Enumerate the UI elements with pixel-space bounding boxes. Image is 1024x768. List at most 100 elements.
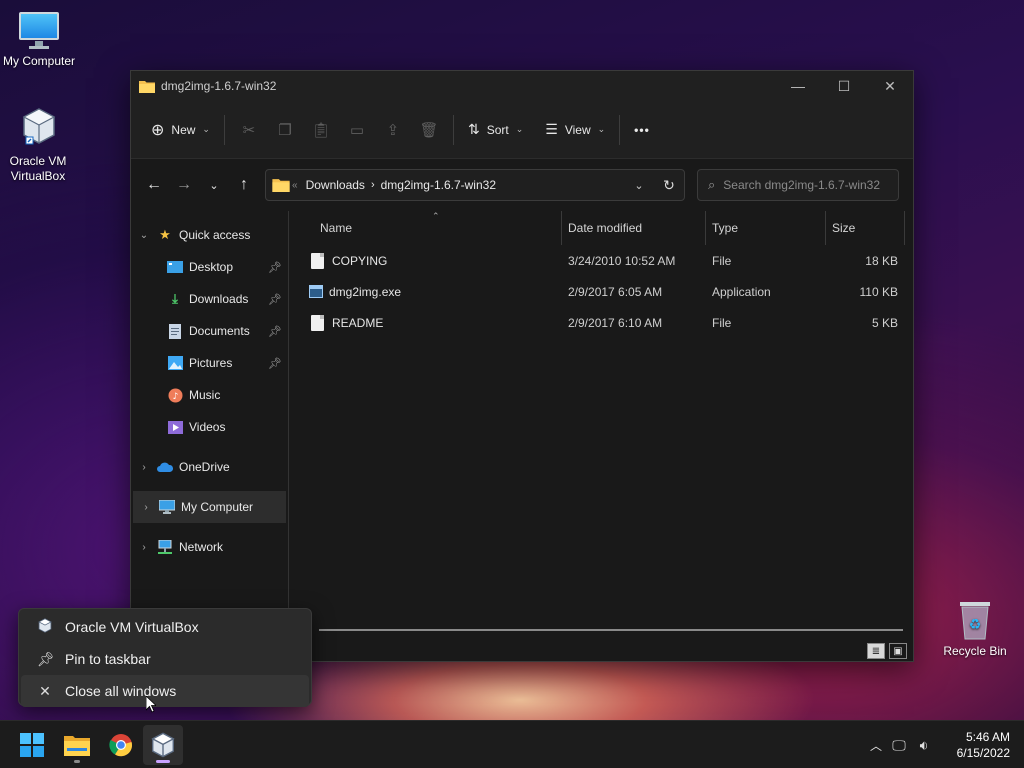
- column-divider[interactable]: [705, 211, 706, 245]
- delete-icon[interactable]: 🗑︎: [411, 114, 447, 146]
- nav-item-network[interactable]: › Network: [131, 531, 288, 563]
- jumplist-close-all-windows[interactable]: ✕ Close all windows: [21, 675, 309, 707]
- pin-icon[interactable]: 📌︎: [268, 261, 282, 274]
- overflow-chevron-icon[interactable]: «: [292, 180, 298, 191]
- minimize-button[interactable]: —: [775, 71, 821, 101]
- file-name-cell: README: [311, 307, 383, 338]
- start-button[interactable]: [12, 725, 52, 765]
- volume-icon[interactable]: 🔉︎: [912, 737, 936, 754]
- view-toggle: ≣ ▣: [867, 643, 907, 659]
- pin-icon[interactable]: 📌︎: [268, 325, 282, 338]
- file-icon: [311, 314, 324, 331]
- search-icon: ⌕: [708, 177, 716, 192]
- column-header-size[interactable]: Size: [832, 211, 855, 245]
- chevron-right-icon[interactable]: ›: [131, 462, 157, 473]
- column-header-row: ⌃ Name Date modified Type Size: [289, 211, 913, 245]
- file-type: File: [712, 253, 732, 268]
- share-icon[interactable]: ⇪: [375, 114, 411, 146]
- table-row[interactable]: dmg2img.exe 2/9/2017 6:05 AM Application…: [289, 276, 913, 307]
- breadcrumb-current-folder[interactable]: dmg2img-1.6.7-win32: [381, 178, 496, 192]
- taskbar-file-explorer[interactable]: [57, 725, 97, 765]
- new-button[interactable]: ⊕ New ⌄: [143, 114, 218, 146]
- horizontal-scrollbar[interactable]: [319, 629, 903, 631]
- close-button[interactable]: ✕: [867, 71, 913, 101]
- pin-icon[interactable]: 📌︎: [268, 357, 282, 370]
- chevron-right-icon[interactable]: ›: [131, 542, 157, 553]
- table-row[interactable]: README 2/9/2017 6:10 AM File 5 KB: [289, 307, 913, 338]
- rename-icon[interactable]: ▭: [339, 114, 375, 146]
- nav-item-downloads[interactable]: ⤓ Downloads 📌︎: [131, 283, 288, 315]
- star-icon: ★: [159, 227, 171, 242]
- chevron-down-icon: ⌄: [202, 124, 210, 134]
- search-box[interactable]: ⌕: [697, 169, 899, 201]
- file-name: README: [332, 315, 384, 330]
- close-icon: ✕: [39, 682, 51, 699]
- back-button[interactable]: ←: [139, 170, 169, 200]
- taskbar-virtualbox[interactable]: [143, 725, 183, 765]
- nav-item-music[interactable]: ♪ Music: [131, 379, 288, 411]
- nav-item-documents[interactable]: Documents 📌︎: [131, 315, 288, 347]
- nav-item-pictures[interactable]: Pictures 📌︎: [131, 347, 288, 379]
- sort-button[interactable]: ⇅ Sort ⌄: [460, 115, 531, 144]
- nav-label: Videos: [189, 420, 226, 434]
- refresh-icon[interactable]: ↻: [654, 177, 684, 194]
- copy-icon[interactable]: ❐: [267, 114, 303, 146]
- column-divider[interactable]: [561, 211, 562, 245]
- desktop-icon-recycle-bin[interactable]: ♻ Recycle Bin: [935, 598, 1015, 658]
- taskbar-chrome[interactable]: [101, 725, 141, 765]
- pin-icon[interactable]: 📌︎: [268, 293, 282, 306]
- file-size: 5 KB: [871, 315, 898, 330]
- chevron-down-icon: ⌄: [597, 124, 606, 134]
- address-row: ← → ⌄ ↑ « Downloads › dmg2img-1.6.7-win3…: [131, 159, 913, 211]
- file-explorer-icon: [64, 736, 90, 756]
- column-header-date[interactable]: Date modified: [568, 211, 642, 245]
- chevron-down-icon[interactable]: ⌄: [131, 230, 157, 241]
- jumplist-open-virtualbox[interactable]: Oracle VM VirtualBox: [21, 611, 309, 643]
- up-button[interactable]: ↑: [229, 170, 259, 200]
- nav-label: Documents: [189, 324, 250, 338]
- file-list: ⌃ Name Date modified Type Size COPYING 3…: [289, 211, 913, 661]
- network-status-icon[interactable]: 🖵︎: [886, 737, 912, 754]
- cut-icon[interactable]: ✂: [231, 114, 267, 146]
- view-button[interactable]: ☰ View ⌄: [537, 115, 613, 144]
- virtualbox-icon: [17, 104, 59, 150]
- nav-item-videos[interactable]: Videos: [131, 411, 288, 443]
- title-bar[interactable]: dmg2img-1.6.7-win32 — ☐ ✕: [131, 71, 913, 101]
- show-hidden-icons-chevron-icon[interactable]: ︿: [866, 737, 886, 754]
- paste-icon[interactable]: 📋︎: [303, 114, 339, 146]
- column-divider[interactable]: [825, 211, 826, 245]
- folder-icon: [272, 179, 290, 192]
- recent-locations-button[interactable]: ⌄: [199, 170, 229, 200]
- system-clock[interactable]: 5:46 AM 6/15/2022: [957, 729, 1010, 761]
- forward-button[interactable]: →: [169, 170, 199, 200]
- column-header-name[interactable]: Name: [320, 211, 352, 245]
- desktop-icon-my-computer[interactable]: My Computer: [0, 10, 79, 68]
- address-bar[interactable]: « Downloads › dmg2img-1.6.7-win32 ⌄ ↻: [265, 169, 685, 201]
- chevron-right-icon[interactable]: ›: [133, 502, 159, 513]
- address-dropdown-icon[interactable]: ⌄: [624, 179, 654, 192]
- table-row[interactable]: COPYING 3/24/2010 10:52 AM File 18 KB: [289, 245, 913, 276]
- breadcrumb-separator-icon[interactable]: ›: [371, 179, 375, 191]
- file-icon: [311, 252, 324, 269]
- chevron-down-icon: ⌄: [515, 124, 524, 134]
- column-header-type[interactable]: Type: [712, 211, 738, 245]
- search-input[interactable]: [723, 178, 884, 192]
- nav-item-desktop[interactable]: Desktop 📌︎: [131, 251, 288, 283]
- nav-item-onedrive[interactable]: › OneDrive: [131, 451, 288, 483]
- pictures-icon: [167, 355, 183, 371]
- maximize-button[interactable]: ☐: [821, 71, 867, 101]
- jumplist-pin-to-taskbar[interactable]: 📌︎ Pin to taskbar: [21, 643, 309, 675]
- file-date: 2/9/2017 6:10 AM: [568, 315, 663, 330]
- system-tray: ︿ 🖵︎ 🔉︎: [866, 721, 936, 768]
- nav-item-my-computer[interactable]: › My Computer: [133, 491, 286, 523]
- details-view-icon[interactable]: ≣: [867, 643, 885, 659]
- desktop-icon-virtualbox[interactable]: Oracle VM VirtualBox: [0, 104, 78, 184]
- breadcrumb-downloads[interactable]: Downloads: [306, 178, 365, 192]
- large-icons-view-icon[interactable]: ▣: [889, 643, 907, 659]
- more-options-button[interactable]: •••: [626, 117, 658, 143]
- folder-icon: [139, 80, 155, 93]
- nav-label: Network: [179, 540, 224, 554]
- nav-quick-access[interactable]: ⌄ ★ Quick access: [131, 219, 288, 251]
- svg-text:♪: ♪: [172, 392, 178, 402]
- column-divider[interactable]: [904, 211, 905, 245]
